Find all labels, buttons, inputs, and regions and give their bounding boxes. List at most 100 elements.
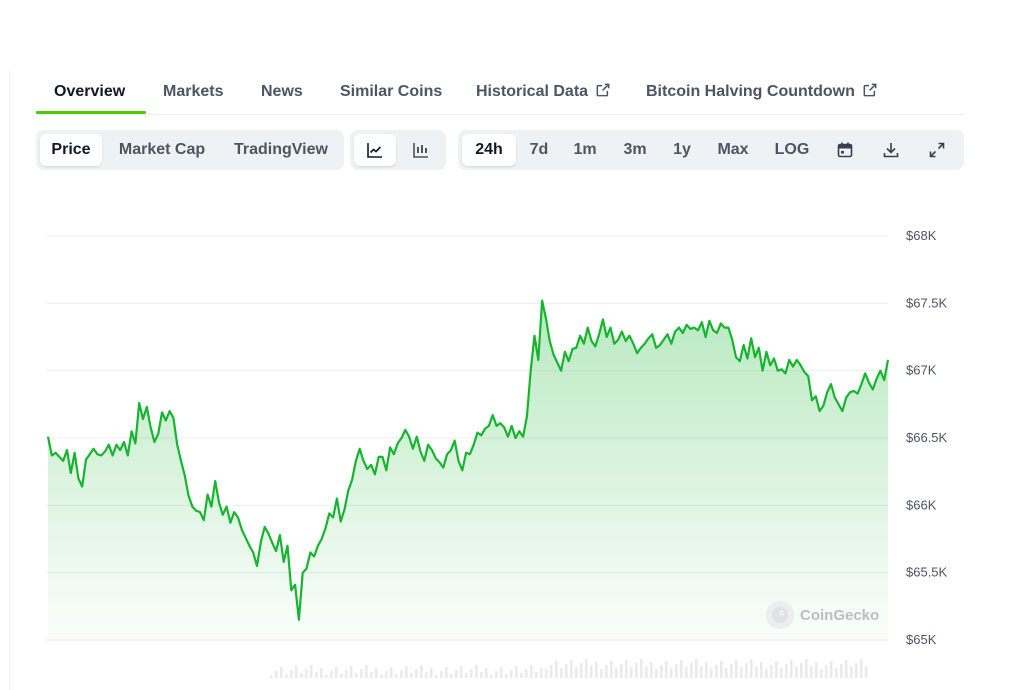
volume-bar — [585, 659, 588, 678]
volume-bar — [530, 665, 533, 678]
volume-bar — [570, 660, 573, 678]
volume-bar — [620, 664, 623, 678]
volume-bar — [660, 665, 663, 678]
volume-bar — [415, 669, 418, 678]
volume-bar — [745, 663, 748, 678]
y-axis: $65K $65.5K $66K $66.5K $67K $67.5K $68K — [906, 228, 948, 647]
volume-bar — [845, 660, 848, 678]
volume-bar — [730, 664, 733, 678]
volume-bar — [635, 663, 638, 678]
volume-bar — [770, 665, 773, 678]
volume-bar — [790, 660, 793, 678]
volume-bar — [615, 668, 618, 678]
volume-bar — [830, 661, 833, 678]
volume-bar — [630, 667, 633, 678]
volume-bar — [480, 672, 483, 678]
volume-bar — [355, 673, 358, 678]
volume-bar — [650, 662, 653, 678]
volume-bar — [655, 669, 658, 678]
volume-bar — [825, 665, 828, 678]
volume-bar — [690, 663, 693, 678]
volume-bar — [625, 660, 628, 678]
volume-bar — [805, 659, 808, 678]
volume-bar — [565, 664, 568, 678]
volume-bar — [430, 668, 433, 678]
volume-bar — [710, 669, 713, 678]
volume-bar — [305, 669, 308, 678]
volume-bar — [535, 672, 538, 678]
y-tick-label: $66.5K — [906, 430, 948, 445]
volume-bar — [815, 662, 818, 678]
gecko-logo-icon — [766, 601, 794, 629]
volume-bar — [420, 665, 423, 678]
volume-bar — [605, 665, 608, 678]
volume-bar — [680, 660, 683, 678]
volume-bar — [610, 661, 613, 678]
volume-bar — [310, 665, 313, 678]
volume-bar — [540, 668, 543, 678]
volume-bar — [755, 666, 758, 678]
volume-bar — [505, 674, 508, 678]
volume-bar — [665, 661, 668, 678]
volume-bar — [440, 671, 443, 678]
volume-bar — [345, 670, 348, 678]
y-tick-label: $66K — [906, 497, 937, 512]
volume-bar — [350, 666, 353, 678]
series-layer — [46, 299, 890, 640]
volume-bar — [330, 671, 333, 678]
volume-bar — [735, 660, 738, 678]
volume-bar — [695, 659, 698, 678]
volume-bar — [520, 673, 523, 678]
volume-bar — [820, 669, 823, 678]
volume-bar — [300, 673, 303, 678]
volume-bar — [580, 663, 583, 678]
volume-bar — [275, 671, 278, 678]
volume-bar — [315, 672, 318, 678]
volume-bar — [370, 672, 373, 678]
watermark-text: CoinGecko — [800, 606, 880, 624]
volume-bar — [720, 661, 723, 678]
volume-bar — [280, 667, 283, 678]
volume-bar — [360, 669, 363, 678]
volume-bar — [400, 670, 403, 678]
y-tick-label: $67.5K — [906, 295, 948, 310]
volume-bar — [675, 664, 678, 678]
volume-bar — [810, 666, 813, 678]
volume-bar — [800, 663, 803, 678]
volume-bar — [500, 667, 503, 678]
price-chart[interactable]: $65K $65.5K $66K $66.5K $67K $67.5K $68K — [0, 0, 1024, 678]
volume-bar — [285, 674, 288, 678]
coingecko-watermark: CoinGecko — [766, 600, 879, 630]
volume-bar — [740, 667, 743, 678]
volume-bar — [835, 668, 838, 678]
volume-bar — [715, 665, 718, 678]
volume-bar — [365, 665, 368, 678]
volume-bar — [795, 667, 798, 678]
volume-bar — [645, 666, 648, 678]
volume-bar — [515, 666, 518, 678]
volume-bar — [850, 667, 853, 678]
volume-bar — [375, 668, 378, 678]
volume-bar — [575, 667, 578, 678]
volume-bar — [295, 666, 298, 678]
volume-bars — [270, 659, 868, 678]
volume-bar — [485, 668, 488, 678]
volume-bar — [600, 669, 603, 678]
y-tick-label: $65.5K — [906, 565, 948, 580]
volume-bar — [445, 667, 448, 678]
volume-bar — [385, 671, 388, 678]
volume-bar — [840, 664, 843, 678]
volume-bar — [595, 662, 598, 678]
volume-bar — [455, 670, 458, 678]
volume-bar — [450, 674, 453, 678]
volume-bar — [640, 659, 643, 678]
volume-bar — [395, 674, 398, 678]
volume-bar — [550, 665, 553, 678]
volume-bar — [545, 669, 548, 678]
volume-bar — [780, 668, 783, 678]
volume-bar — [390, 667, 393, 678]
volume-bar — [765, 669, 768, 678]
volume-bar — [760, 662, 763, 678]
volume-bar — [425, 672, 428, 678]
volume-bar — [785, 664, 788, 678]
